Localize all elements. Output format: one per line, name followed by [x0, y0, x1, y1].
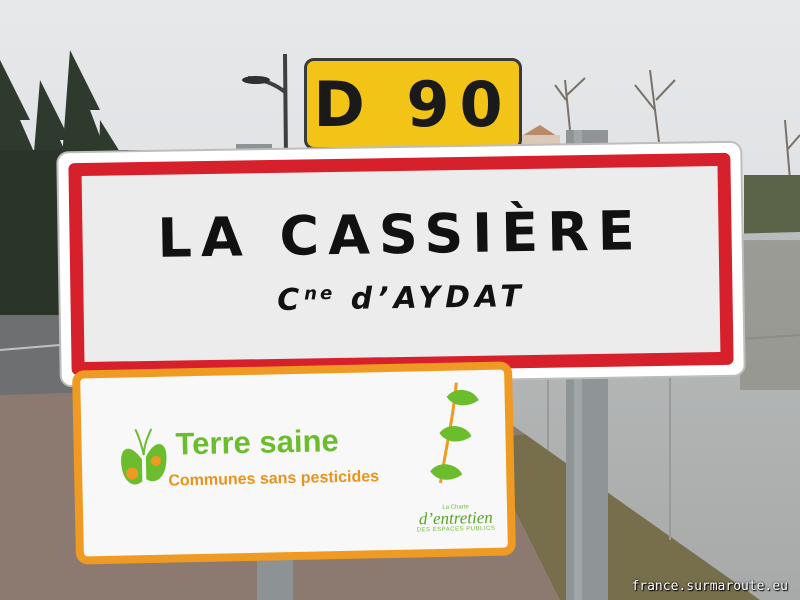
commune-name: d’AYDAT — [350, 279, 527, 317]
commune-suffix: ne — [304, 283, 336, 305]
butterfly-icon — [121, 428, 167, 485]
town-sign-red-border: LA CASSIÈRE Cne d’AYDAT — [68, 152, 734, 376]
charter-logo: La Charte d’entretien DES ESPACES PUBLIC… — [416, 504, 496, 534]
commune-line: Cne d’AYDAT — [83, 276, 719, 321]
watermark: france.surmaroute.eu — [631, 579, 788, 594]
charter-bottom: DES ESPACES PUBLICS — [416, 525, 496, 534]
terre-saine-subtitle: Communes sans pesticides — [168, 468, 380, 490]
charter-main: d’entretien — [418, 507, 493, 529]
town-name: LA CASSIÈRE — [156, 199, 645, 270]
commune-prefix: C — [276, 282, 305, 318]
road-number: D 90 — [313, 67, 513, 141]
terre-saine-title: Terre saine — [175, 423, 340, 462]
leaf-icon — [430, 382, 479, 484]
road-number-plate: D 90 — [304, 58, 522, 150]
town-entry-sign: LA CASSIÈRE Cne d’AYDAT — [56, 140, 746, 388]
terre-saine-sign: Terre saine Communes sans pesticides La … — [72, 361, 516, 565]
